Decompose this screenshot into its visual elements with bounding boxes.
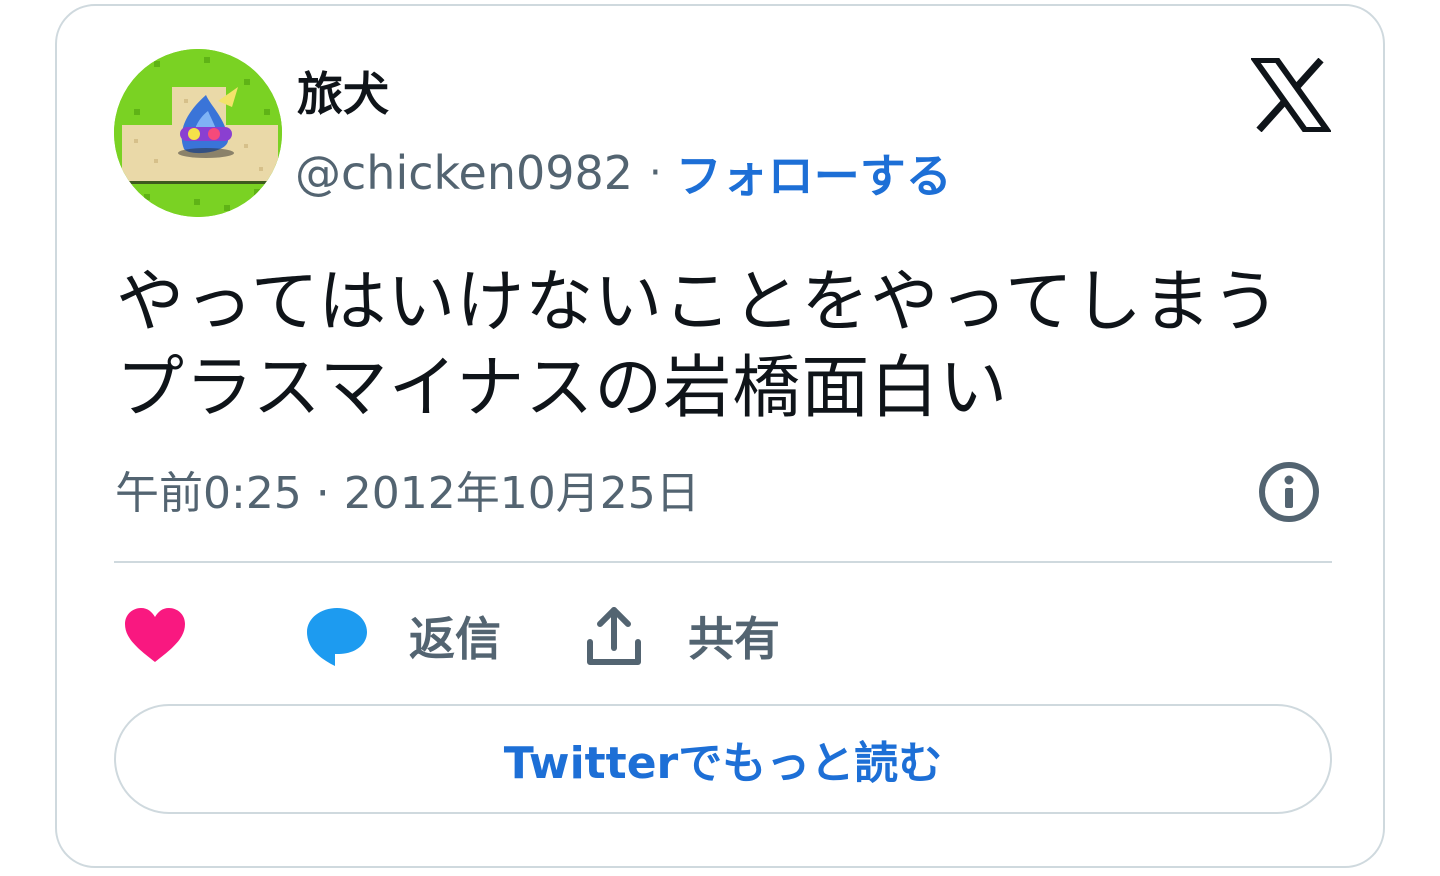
heart-icon[interactable] (123, 606, 187, 666)
avatar[interactable] (114, 49, 282, 217)
avatar-image (114, 49, 282, 217)
embedded-tweet-card: 旅犬 @chicken0982 · フォローする やってはいけないことをやってし… (55, 4, 1385, 868)
handle-row: @chicken0982 · フォローする (295, 140, 952, 206)
share-upload-icon (587, 607, 641, 665)
action-bar: 返信 共有 (57, 596, 1383, 676)
x-logo-icon[interactable] (1251, 58, 1331, 132)
share-label: 共有 (688, 612, 780, 666)
speech-bubble-icon (307, 608, 367, 666)
display-name[interactable]: 旅犬 (297, 64, 389, 124)
info-icon[interactable] (1257, 460, 1321, 524)
tweet-timestamp[interactable]: 午前0:25 · 2012年10月25日 (115, 462, 700, 526)
reply-label: 返信 (409, 612, 501, 666)
divider (114, 561, 1332, 563)
user-handle[interactable]: @chicken0982 (295, 146, 633, 200)
tweet-text: やってはいけないことをやってしまうプラスマイナスの岩橋面白い (116, 263, 1281, 428)
follow-button[interactable]: フォローする (676, 140, 952, 206)
share-button[interactable]: 共有 (584, 596, 780, 676)
read-more-button[interactable]: Twitterでもっと読む (114, 704, 1332, 814)
reply-button[interactable]: 返信 (305, 596, 501, 676)
separator-dot: · (649, 150, 662, 196)
